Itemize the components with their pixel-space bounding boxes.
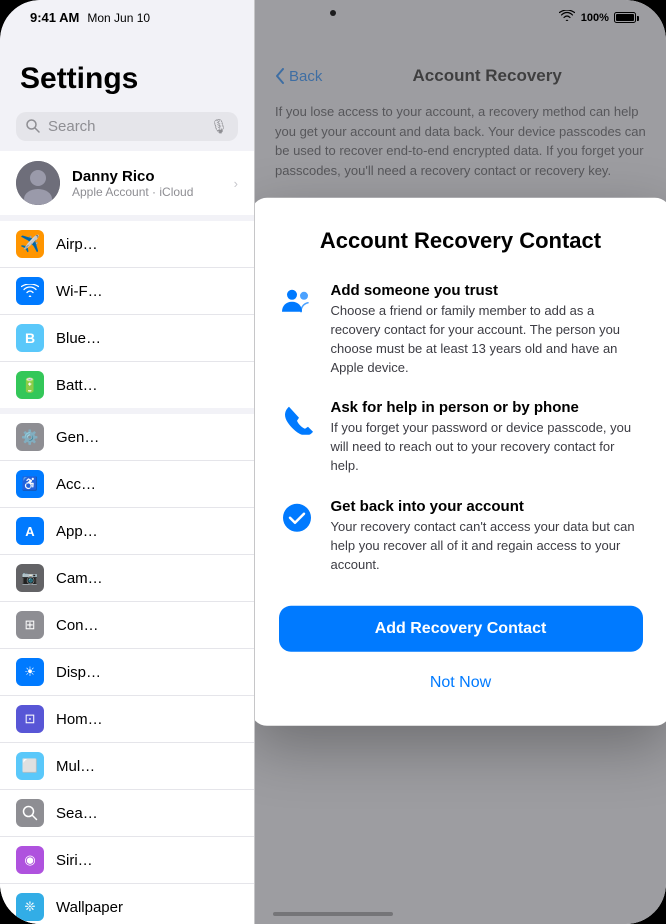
feature-trust-desc: Choose a friend or family member to add … — [331, 302, 643, 377]
feature-help-desc: If you forget your password or device pa… — [331, 419, 643, 476]
battery-icon: 100% — [581, 12, 636, 24]
avatar — [16, 161, 60, 205]
feature-back-title: Get back into your account — [331, 498, 643, 515]
sidebar-item-multitasking[interactable]: ⬜ Mul… — [0, 743, 254, 790]
feature-get-back: Get back into your account Your recovery… — [279, 498, 643, 575]
accessibility-label: Acc… — [56, 476, 96, 493]
user-profile[interactable]: Danny Rico Apple Account · iCloud › — [0, 151, 254, 215]
search-settings-label: Sea… — [56, 805, 98, 822]
appstore-icon: A — [16, 517, 44, 545]
settings-group-1: ✈️ Airp… Wi-F… B — [0, 221, 254, 408]
sidebar-item-siri[interactable]: ◉ Siri… — [0, 837, 254, 884]
status-date: Mon Jun 10 — [87, 11, 150, 25]
display-icon: ☀ — [16, 658, 44, 686]
feature-ask-help: Ask for help in person or by phone If yo… — [279, 399, 643, 476]
user-subtitle: Apple Account · iCloud — [72, 185, 193, 199]
sidebar-item-wifi[interactable]: Wi-F… — [0, 268, 254, 315]
sidebar-item-homescreen[interactable]: ⊡ Hom… — [0, 696, 254, 743]
account-recovery-modal: Account Recovery Contact — [255, 198, 666, 726]
battery-settings-icon: 🔋 — [16, 371, 44, 399]
people-icon — [279, 284, 315, 320]
bluetooth-label: Blue… — [56, 330, 101, 347]
add-recovery-contact-button[interactable]: Add Recovery Contact — [279, 606, 643, 652]
user-name: Danny Rico — [72, 168, 193, 185]
sidebar-item-appstore[interactable]: A App… — [0, 508, 254, 555]
camera-label: Cam… — [56, 570, 103, 587]
search-bar[interactable]: Search 🎙 — [16, 112, 238, 141]
phone-icon — [279, 401, 315, 437]
sidebar-title: Settings — [0, 50, 254, 106]
bluetooth-icon: B — [16, 324, 44, 352]
sidebar-item-accessibility[interactable]: ♿ Acc… — [0, 461, 254, 508]
sidebar-item-airplane[interactable]: ✈️ Airp… — [0, 221, 254, 268]
wallpaper-icon: ❊ — [16, 893, 44, 921]
search-icon — [26, 119, 42, 135]
settings-sidebar: Settings Search 🎙 — [0, 0, 255, 924]
sidebar-item-control[interactable]: ⊞ Con… — [0, 602, 254, 649]
sidebar-item-search[interactable]: Sea… — [0, 790, 254, 837]
camera-dot — [330, 10, 336, 16]
sidebar-item-display[interactable]: ☀ Disp… — [0, 649, 254, 696]
multitasking-label: Mul… — [56, 758, 95, 775]
ipad-frame: 9:41 AM Mon Jun 10 100% — [0, 0, 666, 924]
not-now-button[interactable]: Not Now — [279, 664, 643, 702]
sidebar-item-wallpaper[interactable]: ❊ Wallpaper — [0, 884, 254, 924]
feature-help-text: Ask for help in person or by phone If yo… — [331, 399, 643, 476]
multitasking-icon: ⬜ — [16, 752, 44, 780]
feature-help-title: Ask for help in person or by phone — [331, 399, 643, 416]
display-label: Disp… — [56, 664, 101, 681]
wallpaper-label: Wallpaper — [56, 899, 123, 916]
wifi-label: Wi-F… — [56, 283, 103, 300]
sidebar-item-battery[interactable]: 🔋 Batt… — [0, 362, 254, 408]
wifi-icon — [559, 10, 575, 25]
search-placeholder: Search — [48, 118, 204, 135]
camera-settings-icon: 📷 — [16, 564, 44, 592]
airplane-icon: ✈️ — [16, 230, 44, 258]
general-label: Gen… — [56, 429, 99, 446]
home-indicator — [273, 912, 393, 916]
modal-features: Add someone you trust Choose a friend or… — [279, 282, 643, 574]
feature-add-trust: Add someone you trust Choose a friend or… — [279, 282, 643, 377]
mic-icon: 🎙 — [210, 118, 228, 135]
battery-label: Batt… — [56, 377, 98, 394]
siri-icon: ◉ — [16, 846, 44, 874]
settings-group-2: ⚙️ Gen… ♿ Acc… A App… 📷 Cam… ⊞ Con… — [0, 414, 254, 924]
control-icon: ⊞ — [16, 611, 44, 639]
sidebar-item-bluetooth[interactable]: B Blue… — [0, 315, 254, 362]
feature-trust-text: Add someone you trust Choose a friend or… — [331, 282, 643, 377]
feature-back-desc: Your recovery contact can't access your … — [331, 518, 643, 575]
general-icon: ⚙️ — [16, 423, 44, 451]
user-info: Danny Rico Apple Account · iCloud — [72, 168, 193, 199]
status-icons: 100% — [559, 10, 636, 25]
feature-back-text: Get back into your account Your recovery… — [331, 498, 643, 575]
appstore-label: App… — [56, 523, 98, 540]
checkmark-circle-icon — [279, 500, 315, 536]
screen: 9:41 AM Mon Jun 10 100% — [0, 0, 666, 924]
feature-trust-title: Add someone you trust — [331, 282, 643, 299]
status-time: 9:41 AM — [30, 10, 79, 25]
search-settings-icon — [16, 799, 44, 827]
sidebar-item-general[interactable]: ⚙️ Gen… — [0, 414, 254, 461]
wifi-settings-icon — [16, 277, 44, 305]
homescreen-icon: ⊡ — [16, 705, 44, 733]
accessibility-icon: ♿ — [16, 470, 44, 498]
control-label: Con… — [56, 617, 99, 634]
homescreen-label: Hom… — [56, 711, 103, 728]
sidebar-item-camera[interactable]: 📷 Cam… — [0, 555, 254, 602]
main-content: Back Account Recovery If you lose access… — [255, 0, 666, 924]
profile-chevron: › — [234, 176, 238, 191]
modal-title: Account Recovery Contact — [279, 228, 643, 254]
siri-label: Siri… — [56, 852, 93, 869]
airplane-label: Airp… — [56, 236, 98, 253]
